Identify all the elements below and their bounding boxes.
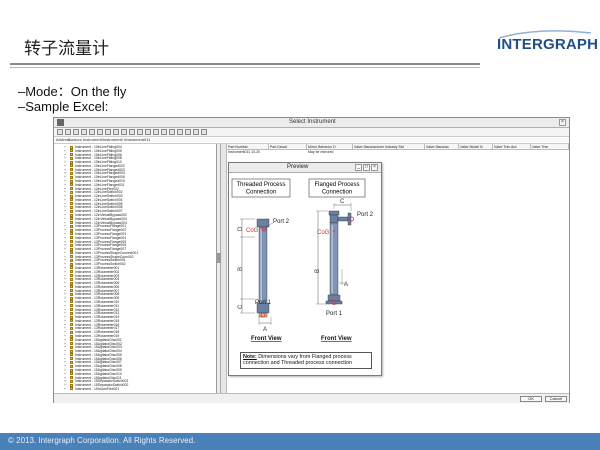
window-title: Select Instrument xyxy=(289,119,336,125)
slide-title: 转子流量计 xyxy=(24,39,109,59)
folder-icon xyxy=(70,387,73,391)
toolbar-list-icon[interactable] xyxy=(89,129,95,135)
app-icon xyxy=(57,119,64,126)
dim-d-threaded: D xyxy=(238,226,244,231)
threaded-label-line2: Connection xyxy=(246,190,276,196)
column-header[interactable]: Valve Model N xyxy=(459,144,493,150)
catalog-tree[interactable]: + Instrument - 10inLineFitting004 + Instrum… xyxy=(54,144,217,393)
toolbar-details-icon[interactable] xyxy=(97,129,103,135)
footer-bar: © 2013. Intergraph Corporation. All Righ… xyxy=(0,433,600,450)
flanged-rotameter xyxy=(316,203,354,305)
tree-item[interactable]: + Instrument - 15InLineFlex001 xyxy=(54,387,214,391)
toolbar-back-icon[interactable] xyxy=(57,129,63,135)
flanged-label-line1: Flanged Process xyxy=(314,182,359,188)
port2-flanged: Port 2 xyxy=(357,212,374,218)
threaded-label-line1: Threaded Process xyxy=(236,182,285,188)
toolbar-view-icon[interactable] xyxy=(81,129,87,135)
bullet-mode: –Mode：On the fly xyxy=(18,84,127,99)
button-bar: OK Cancel xyxy=(54,393,569,403)
cell-part-number[interactable]: Instrument011 10-20 xyxy=(227,150,269,155)
column-header[interactable]: Valve Manufac xyxy=(425,144,459,150)
toolbar-save-icon[interactable] xyxy=(193,129,199,135)
port1-flanged: Port 1 xyxy=(326,311,343,317)
toolbar-up-icon[interactable] xyxy=(73,129,79,135)
dim-c-flanged: C xyxy=(340,199,345,205)
toolbar-new-icon[interactable] xyxy=(185,129,191,135)
toolbar-forward-icon[interactable] xyxy=(65,129,71,135)
dim-b-threaded: B xyxy=(238,267,244,271)
title-divider-thin xyxy=(10,67,480,68)
toolbar-refresh-icon[interactable] xyxy=(113,129,119,135)
address-value[interactable]: Custom Instrument\Instrument\ \Instrumen… xyxy=(68,137,150,142)
copyright-text: © 2013. Intergraph Corporation. All Righ… xyxy=(8,436,196,445)
column-header[interactable]: Part Descri xyxy=(269,144,307,150)
toolbar-filter-icon[interactable] xyxy=(105,129,111,135)
cancel-button[interactable]: Cancel xyxy=(545,396,567,402)
front-view-flanged: Front View xyxy=(321,336,352,342)
minimize-button[interactable]: _ xyxy=(355,164,362,171)
title-divider xyxy=(10,63,480,65)
flanged-label-line2: Connection xyxy=(322,190,352,196)
preview-note: Note: Dimensions vary from Flanged proce… xyxy=(240,352,372,369)
tree-item-label: Instrument - 15InLineFlex001 xyxy=(75,386,120,391)
toolbar xyxy=(54,128,569,137)
logo-swoosh-icon xyxy=(498,30,592,39)
dim-b-flanged: B xyxy=(315,269,321,273)
preview-close-button[interactable]: × xyxy=(371,164,378,171)
toolbar-paste-icon[interactable] xyxy=(129,129,135,135)
column-header[interactable]: Valve Trim xyxy=(531,144,569,150)
port2-threaded: Port 2 xyxy=(273,219,290,225)
column-header[interactable]: Valve Manufacturer Industry Std xyxy=(353,144,425,150)
maximize-button[interactable]: □ xyxy=(363,164,370,171)
port1-threaded: Port 1 xyxy=(255,300,272,306)
rotameter-drawing: Threaded Process Connection Flanged Proc… xyxy=(231,178,374,342)
cell-mirror-behavior[interactable]: May be mirrored xyxy=(307,150,353,155)
note-text: Dimensions vary from Flanged process con… xyxy=(243,354,352,367)
toolbar-sort-icon[interactable] xyxy=(161,129,167,135)
column-header[interactable]: Valve Trim Ara xyxy=(493,144,531,150)
toolbar-options-icon[interactable] xyxy=(177,129,183,135)
bullet-sample-excel: –Sample Excel: xyxy=(18,99,109,114)
toolbar-preview-icon[interactable] xyxy=(153,129,159,135)
note-label: Note: xyxy=(243,354,257,360)
preview-dialog: Preview _ □ × Threaded Process Connectio… xyxy=(228,162,382,376)
preview-titlebar: Preview _ □ × xyxy=(229,163,381,173)
intergraph-logo: INTERGRAPH xyxy=(497,30,598,53)
cog-flanged: CoG xyxy=(317,230,330,236)
cog-threaded: CoG xyxy=(246,228,259,234)
front-view-threaded: Front View xyxy=(251,336,282,342)
address-bar[interactable]: Address Custom Instrument\Instrument\ \I… xyxy=(54,137,569,144)
window-titlebar: Select Instrument × xyxy=(54,118,569,128)
toolbar-find-icon[interactable] xyxy=(169,129,175,135)
threaded-rotameter xyxy=(240,218,274,325)
toolbar-delete-icon[interactable] xyxy=(137,129,143,135)
dim-a-threaded: A xyxy=(263,327,267,333)
expand-icon[interactable]: + xyxy=(64,387,66,391)
toolbar-properties-icon[interactable] xyxy=(145,129,151,135)
toolbar-help-icon[interactable] xyxy=(201,129,207,135)
close-button[interactable]: × xyxy=(559,119,566,126)
dim-c-threaded: C xyxy=(238,304,244,309)
dim-a-flanged: A xyxy=(344,282,348,288)
ok-button[interactable]: OK xyxy=(520,396,542,402)
preview-title: Preview xyxy=(287,164,309,170)
toolbar-copy-icon[interactable] xyxy=(121,129,127,135)
